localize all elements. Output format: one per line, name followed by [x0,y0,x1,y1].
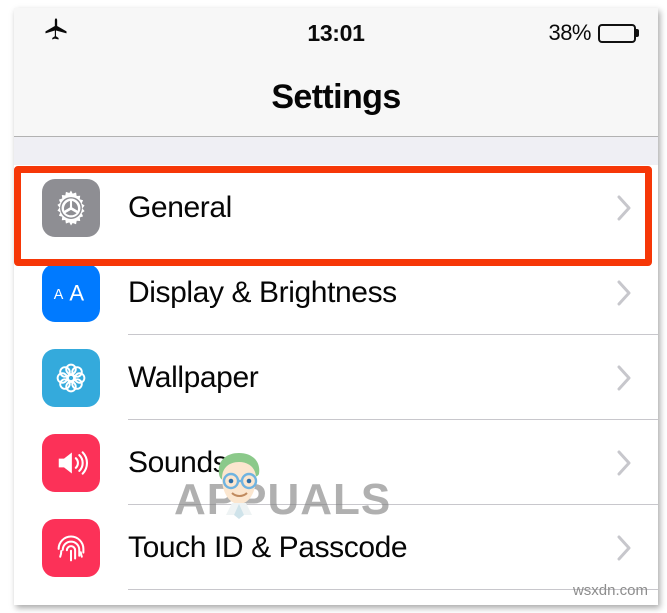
settings-list: General A A Display & Brightness Wallpap… [14,165,658,590]
chevron-right-icon [617,280,632,306]
chevron-right-icon [617,535,632,561]
settings-row-label: Display & Brightness [128,275,397,309]
battery-percent-label: 38% [548,20,591,45]
page-title: Settings [271,77,401,116]
settings-row-label: Wallpaper [128,360,259,394]
speaker-volume-icon [42,433,100,492]
settings-row-touch-id-passcode[interactable]: Touch ID & Passcode [14,505,658,590]
settings-row-display-brightness[interactable]: A A Display & Brightness [14,250,658,335]
settings-row-label: Touch ID & Passcode [128,530,408,564]
settings-row-sounds[interactable]: Sounds [14,420,658,505]
settings-row-label: General [128,190,232,224]
gear-icon [42,178,100,237]
chevron-right-icon [617,450,632,476]
status-bar-right: 38% [548,20,636,46]
svg-text:A: A [69,280,84,305]
nav-bar: Settings [14,58,658,137]
battery-icon [598,23,636,43]
settings-row-label: Sounds [128,445,228,479]
settings-row-general[interactable]: General [14,165,658,250]
flower-mandala-icon [42,348,100,407]
svg-text:A: A [54,286,64,302]
row-separator [128,589,658,590]
phone-screen: 13:01 38% Settings General A A Display &… [14,8,658,605]
status-bar: 13:01 38% [14,8,658,58]
text-size-aa-icon: A A [42,263,100,322]
settings-row-wallpaper[interactable]: Wallpaper [14,335,658,420]
list-section-gap [14,137,658,165]
fingerprint-icon [42,518,100,577]
chevron-right-icon [617,195,632,221]
chevron-right-icon [617,365,632,391]
